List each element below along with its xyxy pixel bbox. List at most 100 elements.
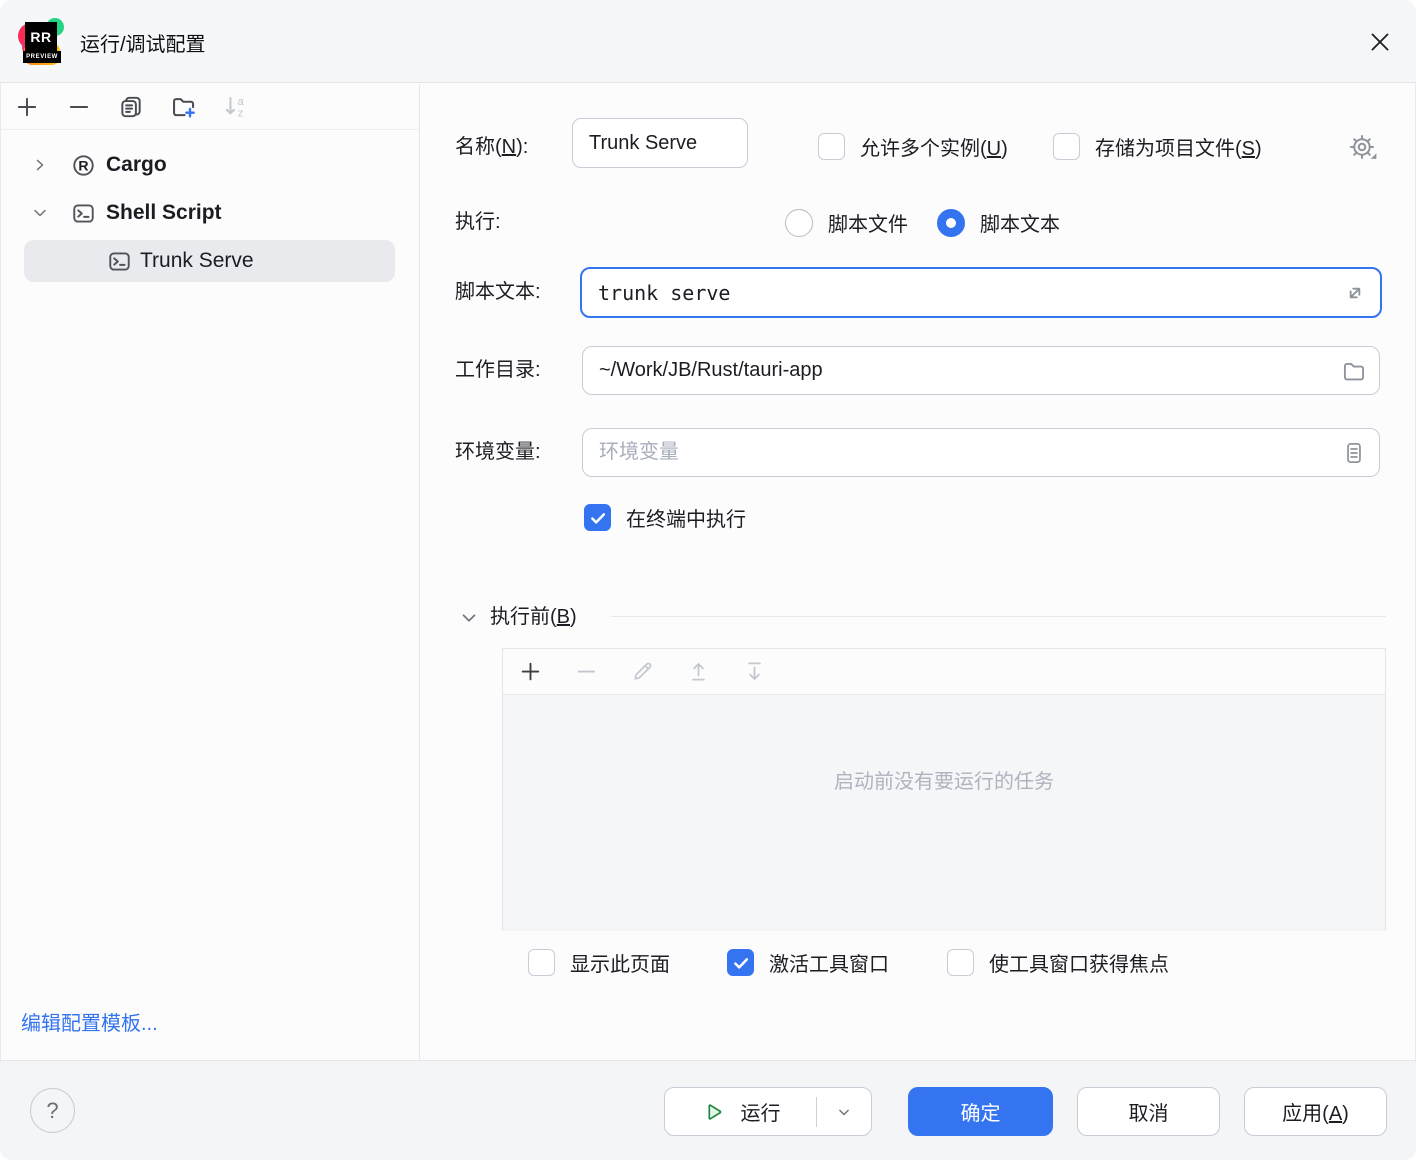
section-divider [611,616,1386,617]
new-folder-button[interactable] [169,93,197,121]
svg-text:R: R [78,157,88,173]
script-text-radio[interactable]: 脚本文本 [937,208,1060,237]
ok-button[interactable]: 确定 [908,1087,1053,1136]
script-text-radio-label: 脚本文本 [980,208,1060,237]
chevron-right-icon[interactable] [30,155,50,175]
add-task-button[interactable] [516,658,544,686]
checkbox-unchecked-icon [818,133,845,160]
dialog-title: 运行/调试配置 [80,28,206,57]
dialog-footer: ? 运行 确定 取消 应用(A) [0,1060,1416,1160]
before-launch-toolbar [503,649,1385,695]
focus-tool-window-checkbox[interactable]: 使工具窗口获得焦点 [947,948,1169,977]
script-text-input[interactable] [582,269,1342,316]
svg-text:a: a [237,96,244,108]
new-folder-icon [170,93,197,120]
plus-icon [518,659,543,684]
run-debug-config-dialog: RR PREVIEW 运行/调试配置 az [0,0,1416,1160]
close-button[interactable] [1364,26,1396,58]
checkbox-unchecked-icon [528,949,555,976]
allow-multiple-instances-label: 允许多个实例(U) [860,132,1008,161]
radio-selected-icon [937,209,965,237]
minus-icon [66,94,92,120]
move-task-up-button[interactable] [684,658,712,686]
env-vars-input[interactable] [583,429,1341,476]
env-vars-label: 环境变量: [455,438,541,466]
checkbox-checked-icon [584,504,611,531]
activate-tool-window-label: 激活工具窗口 [769,948,889,977]
chevron-down-icon[interactable] [30,203,50,223]
close-icon [1366,28,1394,56]
svg-text:z: z [237,107,243,119]
working-dir-label: 工作目录: [455,356,541,384]
rustrover-logo: RR PREVIEW [20,19,64,65]
checkbox-unchecked-icon [1053,133,1080,160]
pencil-icon [630,659,655,684]
copy-icon [118,94,144,120]
no-tasks-message: 启动前没有要运行的任务 [834,765,1054,931]
edit-configuration-templates-link[interactable]: 编辑配置模板... [21,1007,158,1036]
working-dir-field [582,346,1380,395]
plus-icon [14,94,40,120]
checkbox-checked-icon [727,949,754,976]
sidebar-toolbar: az [0,84,419,130]
remove-configuration-button[interactable] [65,93,93,121]
script-text-field [580,267,1382,318]
activate-tool-window-checkbox[interactable]: 激活工具窗口 [727,948,889,977]
move-up-icon [686,659,711,684]
cancel-button[interactable]: 取消 [1077,1087,1220,1136]
play-icon [701,1100,725,1124]
expand-icon [1342,280,1368,306]
expand-editor-button[interactable] [1342,280,1368,306]
script-file-radio-label: 脚本文件 [828,208,908,237]
env-vars-list-button[interactable] [1341,440,1367,466]
tree-item-cargo[interactable]: R Cargo [0,141,419,189]
terminal-icon [106,248,133,275]
checkbox-unchecked-icon [947,949,974,976]
help-button[interactable]: ? [30,1088,75,1133]
run-button-label: 运行 [741,1097,781,1126]
configuration-tree: R Cargo Shell Script Trunk Serve [0,141,419,282]
remove-task-button[interactable] [572,658,600,686]
script-file-radio[interactable]: 脚本文件 [785,208,908,237]
allow-multiple-instances-checkbox[interactable]: 允许多个实例(U) [818,132,1008,161]
show-this-page-checkbox[interactable]: 显示此页面 [528,948,670,977]
move-down-icon [742,659,767,684]
copy-configuration-button[interactable] [117,93,145,121]
name-label: 名称(N): [455,133,528,161]
tree-item-trunk-serve-selected[interactable]: Trunk Serve [24,240,395,282]
logo-text: RR [25,22,57,52]
edit-task-button[interactable] [628,658,656,686]
store-as-project-file-label: 存储为项目文件(S) [1095,132,1262,161]
minus-icon [574,659,599,684]
logo-preview-badge: PREVIEW [23,51,61,63]
config-sidebar: az R Cargo Shell Script Trunk Serve 编辑配置… [0,84,420,1060]
name-input[interactable] [572,118,748,168]
run-in-terminal-label: 在终端中执行 [626,503,746,532]
radio-unselected-icon [785,209,813,237]
before-launch-empty-area: 启动前没有要运行的任务 [503,695,1385,931]
browse-folder-button[interactable] [1341,358,1367,384]
apply-button[interactable]: 应用(A) [1244,1087,1387,1136]
gear-icon [1347,132,1379,162]
tree-item-label: Trunk Serve [140,249,254,273]
terminal-icon [70,200,97,227]
footer-buttons: 运行 确定 取消 应用(A) [664,1087,1387,1136]
run-dropdown-arrow[interactable] [817,1102,871,1122]
focus-tool-window-label: 使工具窗口获得焦点 [989,948,1169,977]
question-mark-icon: ? [46,1098,58,1123]
configuration-form: 名称(N): 允许多个实例(U) 存储为项目文件(S) 执行: 脚本文件 脚本文… [421,84,1416,1060]
run-in-terminal-checkbox[interactable]: 在终端中执行 [584,503,746,532]
sort-configurations-button[interactable]: az [221,93,249,121]
section-chevron-down-icon[interactable] [458,607,480,629]
store-settings-gear-button[interactable] [1347,131,1379,163]
tree-item-shell-script[interactable]: Shell Script [0,189,419,237]
cargo-icon: R [70,152,97,179]
run-button-main[interactable]: 运行 [665,1097,816,1126]
tree-item-label: Cargo [106,153,167,177]
move-task-down-button[interactable] [740,658,768,686]
working-dir-input[interactable] [583,347,1341,394]
add-configuration-button[interactable] [13,93,41,121]
before-launch-title: 执行前(B) [490,603,577,631]
run-button[interactable]: 运行 [664,1087,872,1136]
store-as-project-file-checkbox[interactable]: 存储为项目文件(S) [1053,132,1262,161]
